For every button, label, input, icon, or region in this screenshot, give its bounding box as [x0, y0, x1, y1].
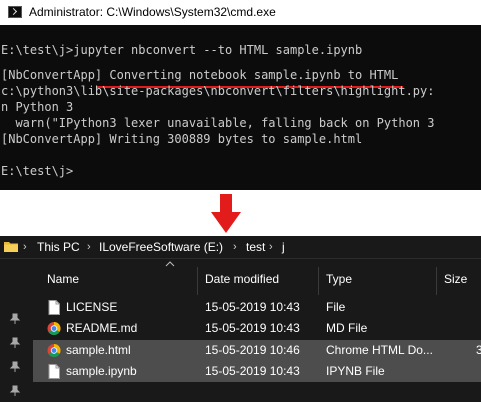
cmd-console[interactable]: E:\test\j>jupyter nbconvert --to HTML sa…	[0, 25, 481, 190]
breadcrumb-chevron-icon: ›	[23, 241, 27, 253]
console-prompt-line: E:\test\j>	[1, 164, 74, 178]
chrome-icon	[47, 344, 61, 358]
breadcrumb-chevron-icon: ›	[87, 241, 91, 253]
file-size: 3	[476, 343, 481, 357]
file-row[interactable]: sample.html 15-05-2019 10:46 Chrome HTML…	[33, 340, 481, 361]
file-row[interactable]: README.md 15-05-2019 10:43 MD File	[33, 318, 481, 339]
file-date: 15-05-2019 10:43	[205, 300, 300, 314]
column-divider[interactable]	[436, 267, 437, 295]
file-list: Name Date modified Type Size LICENSE 15-…	[33, 259, 481, 402]
breadcrumb-chevron-icon: ›	[269, 241, 273, 253]
file-date: 15-05-2019 10:46	[205, 343, 300, 357]
folder-icon	[4, 242, 18, 252]
column-header-size[interactable]: Size	[444, 259, 467, 299]
down-arrow-icon	[211, 194, 241, 233]
sort-chevron-up-icon	[165, 261, 175, 267]
blank-file-icon	[48, 364, 60, 379]
console-command-line: E:\test\j>jupyter nbconvert --to HTML sa…	[1, 43, 363, 57]
blank-file-icon	[48, 300, 60, 315]
navigation-pane	[0, 259, 33, 402]
console-line: [NbConvertApp] Writing 300889 bytes to s…	[1, 132, 363, 146]
breadcrumb-test[interactable]: test	[246, 236, 265, 258]
column-divider[interactable]	[318, 267, 319, 295]
chrome-icon	[47, 322, 61, 336]
file-date: 15-05-2019 10:43	[205, 321, 300, 335]
file-type: File	[326, 300, 346, 314]
pin-icon[interactable]	[9, 385, 21, 397]
file-row[interactable]: sample.ipynb 15-05-2019 10:43 IPYNB File	[33, 361, 481, 382]
file-date: 15-05-2019 10:43	[205, 364, 300, 378]
file-type: MD File	[326, 321, 368, 335]
cmd-window-title: Administrator: C:\Windows\System32\cmd.e…	[29, 5, 276, 19]
breadcrumb-drive[interactable]: ILoveFreeSoftware (E:)	[99, 236, 223, 258]
column-header-row: Name Date modified Type Size	[33, 259, 481, 299]
file-name: sample.html	[66, 343, 131, 357]
cmd-title-bar[interactable]: Administrator: C:\Windows\System32\cmd.e…	[0, 0, 481, 25]
pin-icon[interactable]	[9, 361, 21, 373]
cmd-window: Administrator: C:\Windows\System32\cmd.e…	[0, 0, 481, 190]
column-header-name[interactable]: Name	[47, 259, 79, 299]
file-explorer-window: › This PC › ILoveFreeSoftware (E:) › tes…	[0, 236, 481, 402]
console-line: c:\python3\lib\site-packages\nbconvert\f…	[1, 84, 435, 98]
file-name: README.md	[66, 321, 138, 335]
column-divider[interactable]	[197, 267, 198, 295]
column-header-type[interactable]: Type	[326, 259, 352, 299]
console-line: warn("IPython3 lexer unavailable, fallin…	[1, 116, 435, 130]
breadcrumb-this-pc[interactable]: This PC	[37, 236, 80, 258]
breadcrumb-j[interactable]: j	[282, 236, 285, 258]
file-name: sample.ipynb	[66, 364, 137, 378]
pin-icon[interactable]	[9, 337, 21, 349]
file-type: IPYNB File	[326, 364, 385, 378]
file-name: LICENSE	[66, 300, 118, 314]
file-row[interactable]: LICENSE 15-05-2019 10:43 File	[33, 297, 481, 318]
console-line: n Python 3	[1, 100, 74, 114]
address-bar[interactable]: › This PC › ILoveFreeSoftware (E:) › tes…	[0, 236, 481, 259]
column-header-date-modified[interactable]: Date modified	[205, 259, 279, 299]
console-line: [NbConvertApp] Converting notebook sampl…	[1, 68, 399, 82]
file-type: Chrome HTML Do...	[326, 343, 433, 357]
pin-icon[interactable]	[9, 313, 21, 325]
breadcrumb-chevron-icon: ›	[233, 241, 237, 253]
cmd-app-icon	[8, 6, 22, 18]
